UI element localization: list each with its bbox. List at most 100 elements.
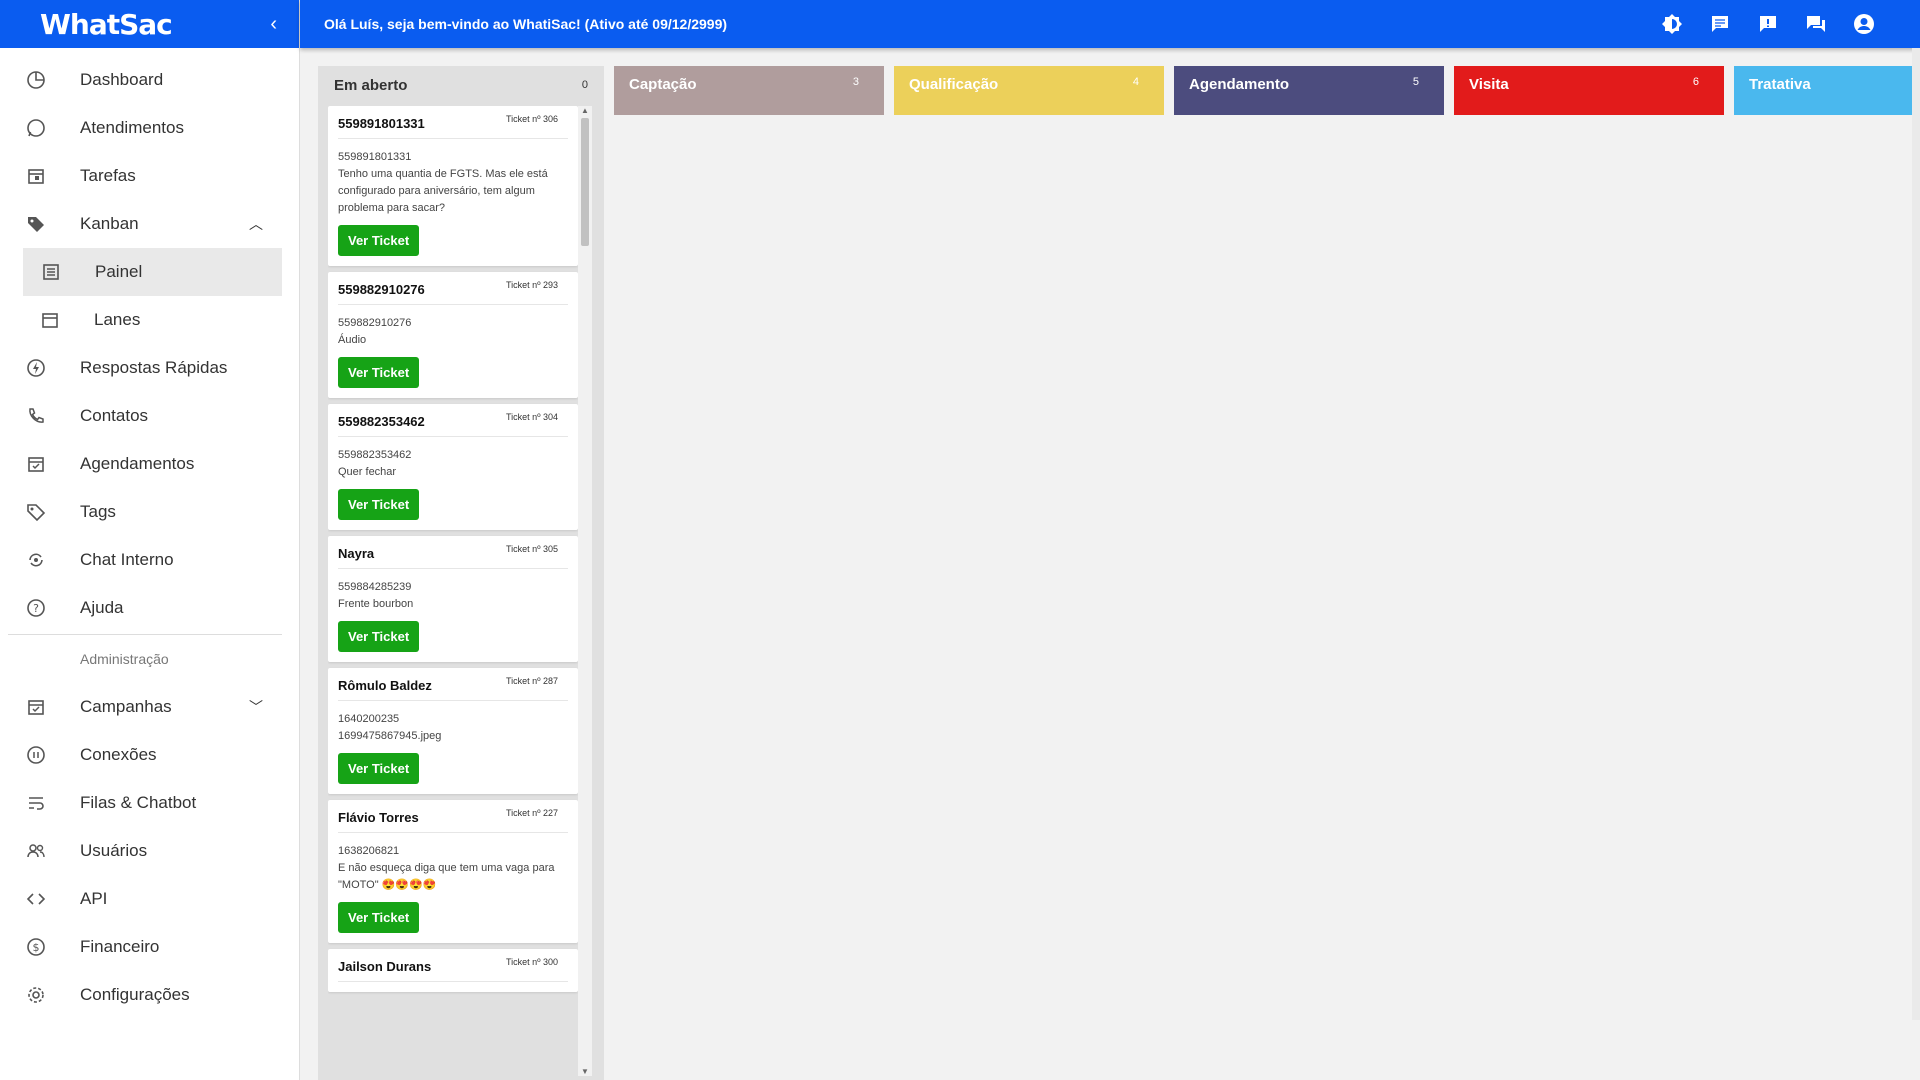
ticket-card[interactable]: Rômulo Baldez Ticket nº 287 1640200235 1699… [328,668,578,794]
chevron-down-icon[interactable]: ﹀ [249,697,263,717]
nav-api[interactable]: API [0,875,299,923]
card-body: 1640200235 1699475867945.jpeg [338,701,568,753]
admin-section-title: Administração [80,651,169,667]
collapse-sidebar-icon[interactable]: ‹ [270,13,277,36]
scroll-up-arrow-icon[interactable]: ▲ [581,106,589,115]
ticket-number: Ticket nº 306 [506,114,558,124]
card-contact-number: 559882353462 [338,449,412,461]
nav-label: Chat Interno [80,550,174,569]
nav-label: Tarefas [80,166,136,185]
help-icon: ? [24,596,48,620]
lane-count: 5 [1412,76,1419,88]
view-ticket-button[interactable]: Ver Ticket [338,753,420,784]
money-icon: $ [24,935,48,959]
nav-dashboard[interactable]: Dashboard [0,56,299,104]
card-last-message: Tenho uma quantia de FGTS. Mas ele está … [338,168,548,214]
nav-tags[interactable]: Tags [0,488,299,536]
ticket-number: Ticket nº 227 [506,808,558,818]
alert-message-icon[interactable] [1756,12,1780,36]
main-nav: Dashboard Atendimentos Tarefas Kanban ︿ … [0,48,299,1019]
dashboard-icon [24,68,48,92]
ticket-number: Ticket nº 304 [506,412,558,422]
ticket-card[interactable]: 559882353462 Ticket nº 304 559882353462 Que… [328,404,578,530]
view-ticket-button[interactable]: Ver Ticket [338,621,420,652]
nav-atendimentos[interactable]: Atendimentos [0,104,299,152]
lane-header[interactable]: Tratativa [1734,66,1920,115]
view-ticket-button[interactable]: Ver Ticket [338,225,420,256]
ticket-card[interactable]: Jailson Durans Ticket nº 300 [328,949,578,992]
ticket-card[interactable]: 559882910276 Ticket nº 293 559882910276 Áud… [328,272,578,398]
card-header: 559882353462 Ticket nº 304 [338,412,568,437]
nav-contatos[interactable]: Contatos [0,392,299,440]
message-icon[interactable] [1708,12,1732,36]
card-body: 559882910276 Áudio [338,305,568,357]
nav-label: API [80,889,108,908]
topbar-actions [1660,0,1876,48]
card-header: Rômulo Baldez Ticket nº 287 [338,676,568,701]
nav-financeiro[interactable]: $ Financeiro [0,923,299,971]
lane-header[interactable]: Visita 6 [1454,66,1724,115]
card-last-message: Áudio [338,334,367,346]
calendar-check-icon [24,695,48,719]
nav-lanes[interactable]: Lanes [0,296,299,344]
connection-icon [24,743,48,767]
ticket-number: Ticket nº 300 [506,957,558,967]
card-title: Jailson Durans [338,959,432,974]
scroll-down-arrow-icon[interactable]: ▼ [581,1067,589,1076]
scroll-thumb[interactable] [581,118,589,246]
lane-header[interactable]: Qualificação 4 [894,66,1164,115]
chevron-up-icon[interactable]: ︿ [249,214,263,234]
card-last-message: Quer fechar [338,466,397,478]
nav-usuarios[interactable]: Usuários [0,827,299,875]
view-ticket-button[interactable]: Ver Ticket [338,489,420,520]
calendar-icon [38,308,62,332]
tag-icon [24,500,48,524]
welcome-message: Olá Luís, seja bem-vindo ao WhatiSac! (A… [324,16,728,32]
nav-respostas-rapidas[interactable]: Respostas Rápidas [0,344,299,392]
nav-label: Painel [95,262,143,281]
nav-agendamentos[interactable]: Agendamentos [0,440,299,488]
nav-filas-chatbot[interactable]: Filas & Chatbot [0,779,299,827]
lane-count: 0 [581,79,588,91]
lane-header[interactable]: Captação 3 [614,66,884,115]
nav-campanhas[interactable]: Campanhas ﹀ [0,683,299,731]
card-contact-number: 1640200235 [338,713,400,725]
card-title: 559882353462 [338,414,425,429]
card-last-message: E não esqueça diga que tem uma vaga para… [338,862,555,891]
nav-kanban[interactable]: Kanban ︿ [0,200,299,248]
nav-label: Tags [80,502,116,521]
ticket-card[interactable]: Nayra Ticket nº 305 559884285239 Frente bou… [328,536,578,662]
card-header: 559882910276 Ticket nº 293 [338,280,568,305]
app-logo: WhatSac [40,7,173,41]
view-ticket-button[interactable]: Ver Ticket [338,357,420,388]
lane-count: 3 [852,76,859,88]
nav-chat-interno[interactable]: Chat Interno [0,536,299,584]
lane-scrollbar[interactable]: ▲ ▼ [578,106,592,1076]
card-contact-number: 559882910276 [338,317,412,329]
lane-title: Agendamento [1189,76,1290,93]
brightness-icon[interactable] [1660,12,1684,36]
card-header: Nayra Ticket nº 305 [338,544,568,569]
calendar-check-icon [24,452,48,476]
lane-title: Captação [629,76,697,93]
nav-label: Campanhas [80,697,172,716]
nav-tarefas[interactable]: Tarefas [0,152,299,200]
card-contact-number: 559891801331 [338,151,412,163]
lane-header[interactable]: Agendamento 5 [1174,66,1444,115]
account-icon[interactable] [1852,12,1876,36]
nav-label: Dashboard [80,70,164,89]
card-title: Rômulo Baldez [338,678,432,693]
nav-conexoes[interactable]: Conexões [0,731,299,779]
sidebar: WhatSac ‹ Dashboard Atendimentos Tarefas… [0,0,300,1080]
nav-label: Configurações [80,985,190,1004]
nav-configuracoes[interactable]: Configurações [0,971,299,1019]
chat-sync-icon [24,548,48,572]
nav-ajuda[interactable]: ? Ajuda [0,584,299,632]
ticket-card[interactable]: Flávio Torres Ticket nº 227 1638206821 E nã… [328,800,578,943]
ticket-card[interactable]: 559891801331 Ticket nº 306 559891801331 Ten… [328,106,578,266]
forum-icon[interactable] [1804,12,1828,36]
page-scrollbar[interactable] [1912,48,1920,1020]
view-ticket-button[interactable]: Ver Ticket [338,902,420,933]
ticket-number: Ticket nº 293 [506,280,558,290]
nav-painel[interactable]: Painel [23,248,282,296]
